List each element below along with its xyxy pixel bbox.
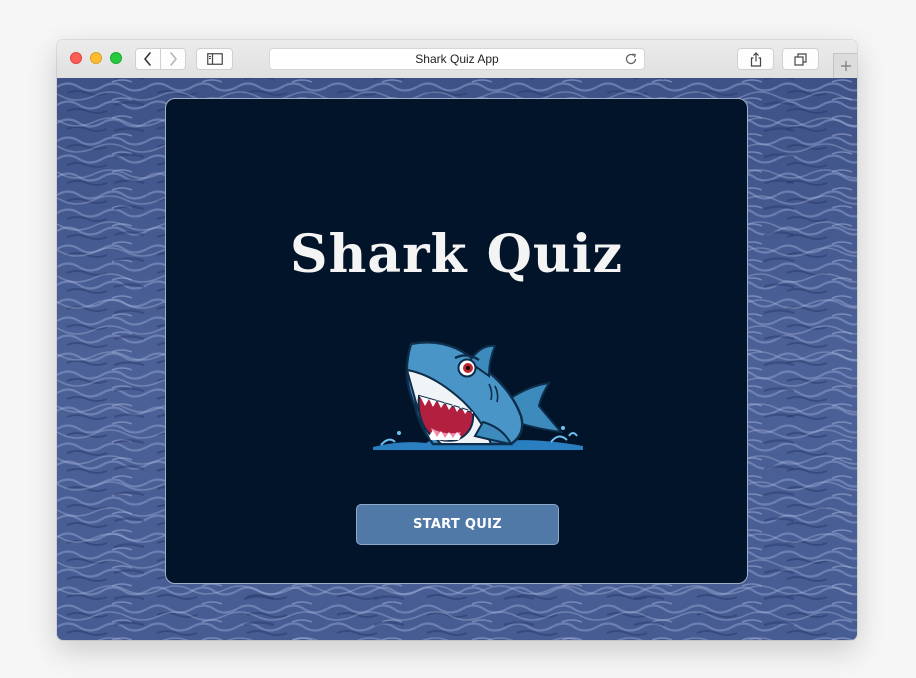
page-viewport: Shark Quiz START QUIZ: [57, 78, 857, 640]
browser-toolbar: Shark Quiz App: [57, 40, 857, 79]
address-bar-text: Shark Quiz App: [415, 52, 499, 66]
shark-mascot-image: [373, 341, 583, 450]
browser-window: Shark Quiz App Shark Quiz START QUIZ: [57, 40, 857, 640]
page-title: Shark Quiz: [290, 224, 623, 285]
tabs-overview-icon: [794, 52, 807, 66]
forward-button[interactable]: [160, 49, 185, 69]
share-button[interactable]: [737, 48, 774, 70]
new-tab-button[interactable]: [833, 53, 857, 78]
share-icon: [750, 51, 761, 67]
zoom-window-button[interactable]: [110, 52, 122, 64]
reload-icon[interactable]: [624, 52, 638, 66]
sidebar-icon: [206, 53, 223, 65]
plus-icon: [840, 61, 851, 71]
sidebar-toggle-button[interactable]: [196, 48, 233, 70]
tabs-overview-button[interactable]: [782, 48, 819, 70]
quiz-start-card: Shark Quiz START QUIZ: [165, 98, 748, 584]
navigation-buttons: [135, 48, 186, 70]
minimize-window-button[interactable]: [90, 52, 102, 64]
start-quiz-button[interactable]: START QUIZ: [356, 504, 559, 545]
address-bar[interactable]: Shark Quiz App: [269, 48, 645, 70]
chevron-left-icon: [144, 52, 151, 66]
chevron-right-icon: [170, 52, 177, 66]
close-window-button[interactable]: [70, 52, 82, 64]
back-button[interactable]: [136, 49, 160, 69]
